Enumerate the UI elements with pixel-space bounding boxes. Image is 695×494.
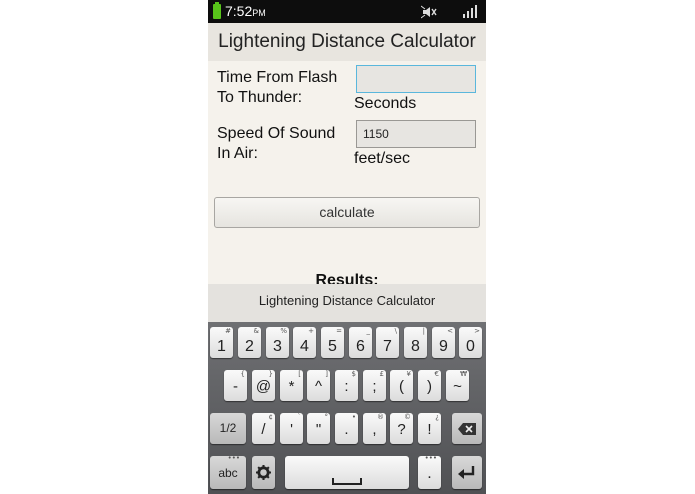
calculate-button[interactable]: calculate xyxy=(214,197,480,228)
app-title: Lightening Distance Calculator xyxy=(208,23,486,61)
key-0[interactable]: >0 xyxy=(459,327,482,358)
key-5[interactable]: = 5 xyxy=(321,327,344,358)
key-exclamation[interactable]: ¿! xyxy=(418,413,441,444)
key-open-paren[interactable]: ¥( xyxy=(390,370,413,401)
mute-icon xyxy=(421,5,437,19)
key-6[interactable]: _ 6 xyxy=(349,327,372,358)
battery-icon xyxy=(213,2,221,19)
speed-label: Speed Of Sound In Air: xyxy=(217,124,335,164)
keyboard-header: Lightening Distance Calculator xyxy=(208,284,486,322)
key-quote[interactable]: ° " xyxy=(307,413,330,444)
key-question[interactable]: ©? xyxy=(390,413,413,444)
signal-icon xyxy=(463,5,477,18)
time-input[interactable] xyxy=(356,65,476,93)
settings-key[interactable] xyxy=(252,456,275,489)
speed-input[interactable] xyxy=(356,120,476,148)
time-label: Time From Flash To Thunder: xyxy=(217,68,337,108)
status-clock: 7:52PM xyxy=(225,3,266,19)
speed-label-line1: Speed Of Sound xyxy=(217,125,336,142)
space-key[interactable] xyxy=(285,456,409,489)
page-toggle-key[interactable]: 1/2 xyxy=(210,413,246,444)
speed-unit: feet/sec xyxy=(354,150,411,167)
key-close-paren[interactable]: €) xyxy=(418,370,441,401)
enter-icon xyxy=(458,466,475,479)
key-1[interactable]: #1 xyxy=(210,327,233,358)
phone-screen: 7:52PM Lightening Distance Calculator Ti… xyxy=(208,0,486,494)
soft-keyboard: #1 & 2 % 3 +4 = 5 _ 6 \ 7 | 8 <9 >0 {- } @ [* ]… xyxy=(208,322,486,494)
time-unit: Seconds xyxy=(354,95,417,112)
key-caret[interactable]: ] ^ xyxy=(307,370,330,401)
speed-label-line2: In Air: xyxy=(217,145,258,162)
status-bar: 7:52PM xyxy=(208,0,486,23)
key-at[interactable]: } @ xyxy=(252,370,275,401)
key-comma[interactable]: ®, xyxy=(363,413,386,444)
key-period[interactable]: •. xyxy=(335,413,358,444)
period-key[interactable]: •••. xyxy=(418,454,441,489)
space-icon xyxy=(332,478,362,485)
key-dash[interactable]: {- xyxy=(224,370,247,401)
clock-time: 7:52 xyxy=(225,3,253,19)
gear-icon xyxy=(256,465,271,480)
time-label-line1: Time From Flash xyxy=(217,69,338,86)
key-asterisk[interactable]: [* xyxy=(280,370,303,401)
key-8[interactable]: | 8 xyxy=(404,327,427,358)
key-2[interactable]: & 2 xyxy=(238,327,261,358)
clock-ampm: PM xyxy=(252,8,266,18)
backspace-key[interactable] xyxy=(452,413,482,444)
key-7[interactable]: \ 7 xyxy=(376,327,399,358)
key-4[interactable]: +4 xyxy=(293,327,316,358)
key-9[interactable]: <9 xyxy=(432,327,455,358)
key-apostrophe[interactable]: ` ' xyxy=(280,413,303,444)
key-colon[interactable]: $: xyxy=(335,370,358,401)
key-3[interactable]: % 3 xyxy=(266,327,289,358)
key-semicolon[interactable]: £; xyxy=(363,370,386,401)
enter-key[interactable] xyxy=(452,456,482,489)
backspace-icon xyxy=(458,423,476,435)
key-tilde[interactable]: ₩ ~ xyxy=(446,370,469,401)
key-slash[interactable]: ¢ / xyxy=(252,413,275,444)
time-label-line2: To Thunder: xyxy=(217,89,303,106)
abc-key[interactable]: ••• abc xyxy=(210,454,246,489)
